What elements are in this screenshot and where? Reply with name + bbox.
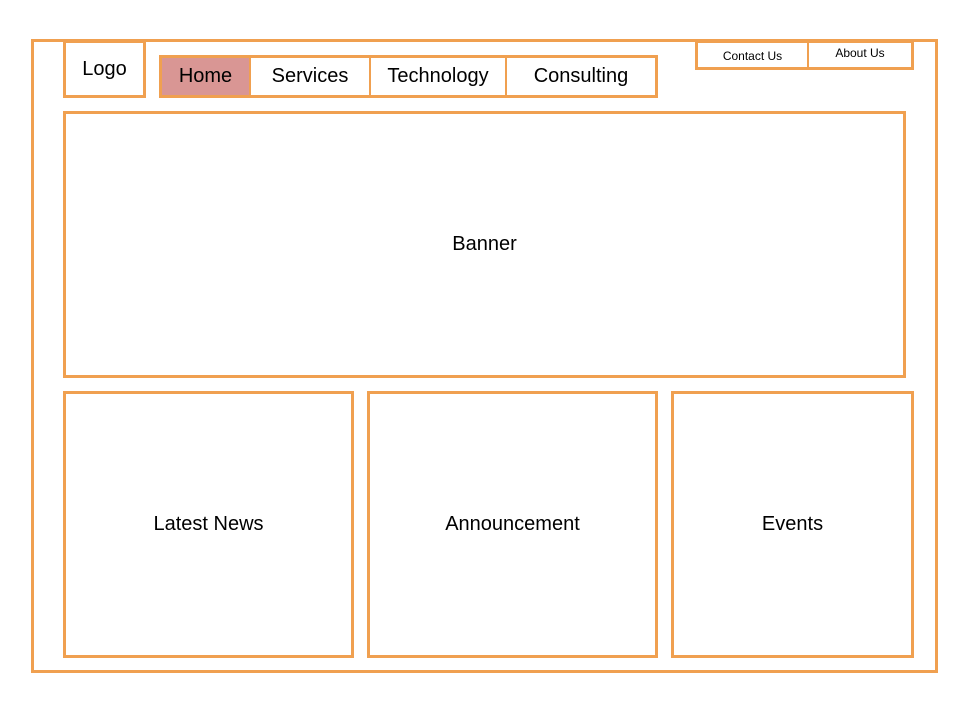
nav-item-label: Home	[178, 65, 233, 87]
events-panel: Events	[671, 391, 914, 658]
nav-item-label: Technology	[387, 65, 489, 87]
nav-item-home[interactable]: Home	[162, 58, 251, 95]
about-us-link[interactable]: About Us	[809, 43, 911, 67]
nav-item-label: Services	[271, 65, 349, 87]
announcement-label: Announcement	[445, 513, 580, 535]
main-nav: Home Services Technology Consulting	[159, 55, 658, 98]
logo[interactable]: Logo	[63, 40, 146, 98]
latest-news-panel: Latest News	[63, 391, 354, 658]
logo-label: Logo	[82, 57, 127, 80]
banner-label: Banner	[452, 233, 517, 255]
utility-links: Contact Us About Us	[695, 40, 914, 70]
announcement-panel: Announcement	[367, 391, 658, 658]
latest-news-label: Latest News	[153, 513, 264, 535]
nav-item-label: Consulting	[533, 65, 629, 87]
nav-item-consulting[interactable]: Consulting	[507, 58, 655, 95]
nav-item-services[interactable]: Services	[251, 58, 371, 95]
contact-us-link[interactable]: Contact Us	[698, 43, 809, 67]
nav-item-technology[interactable]: Technology	[371, 58, 507, 95]
contact-us-label: Contact Us	[722, 49, 783, 63]
about-us-label: About Us	[835, 46, 885, 60]
events-label: Events	[761, 513, 824, 535]
banner: Banner	[63, 111, 906, 378]
